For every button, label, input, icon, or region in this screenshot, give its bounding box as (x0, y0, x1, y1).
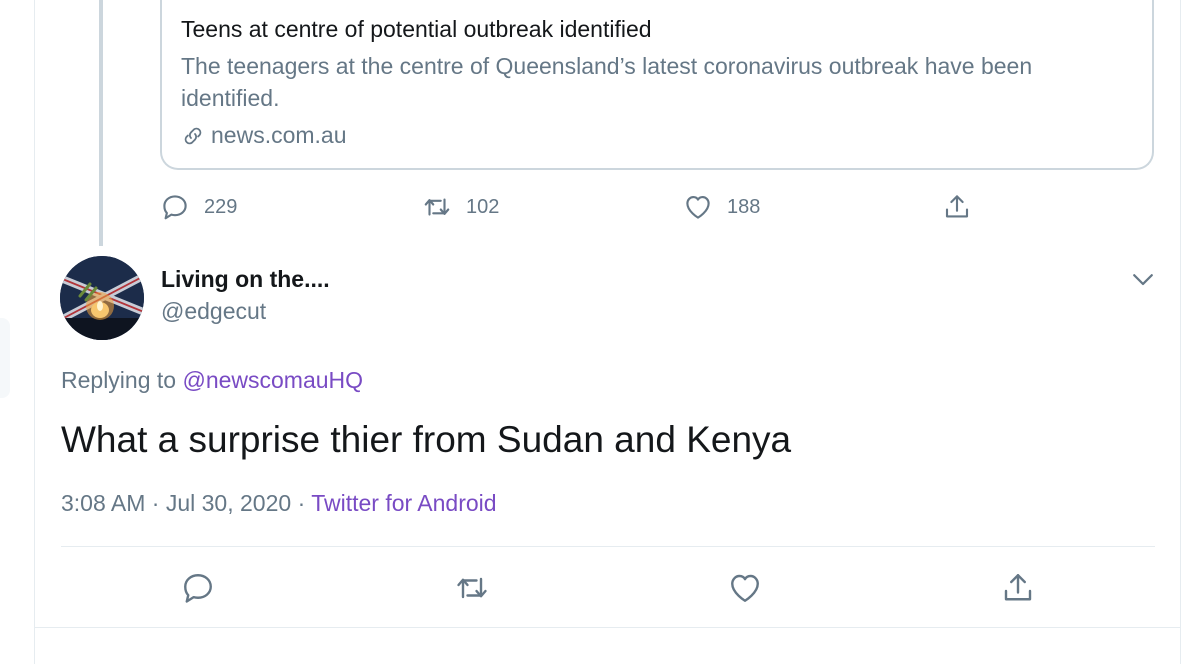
like-icon (686, 195, 710, 219)
like-count: 188 (727, 195, 761, 218)
chevron-down-icon[interactable] (1128, 264, 1158, 294)
retweet-action[interactable]: 102 (422, 192, 499, 222)
side-panel-edge (0, 318, 10, 398)
retweet-icon[interactable] (454, 570, 490, 606)
user-handle[interactable]: @edgecut (161, 298, 266, 325)
tweet-meta: 3:08 AM · Jul 30, 2020 · Twitter for And… (61, 490, 497, 517)
tweet-date[interactable]: Jul 30, 2020 (166, 490, 291, 516)
reply-count: 229 (204, 195, 238, 218)
divider (35, 627, 1180, 628)
meta-separator: · (151, 490, 160, 516)
card-title: Teens at centre of potential outbreak id… (181, 16, 652, 42)
timeline-right-border (1180, 0, 1181, 664)
display-name[interactable]: Living on the.... (161, 266, 330, 293)
replying-prefix: Replying to (61, 367, 177, 393)
avatar-image (60, 256, 144, 340)
thread-connector-line (99, 0, 103, 246)
link-preview-card[interactable]: Teens at centre of potential outbreak id… (160, 0, 1154, 170)
card-description: The teenagers at the centre of Queenslan… (181, 53, 1033, 111)
share-action[interactable] (942, 192, 972, 222)
replying-to: Replying to @newscomauHQ (61, 367, 363, 394)
card-domain-text: news.com.au (211, 122, 347, 148)
share-icon[interactable] (1000, 570, 1036, 606)
card-domain: news.com.au (181, 122, 347, 149)
like-action[interactable]: 188 (683, 192, 760, 222)
avatar[interactable] (60, 256, 144, 340)
replying-mention-link[interactable]: @newscomauHQ (182, 367, 363, 393)
retweet-count: 102 (466, 195, 500, 218)
reply-icon (163, 195, 187, 220)
tweet-time[interactable]: 3:08 AM (61, 490, 145, 516)
retweet-icon (424, 198, 450, 216)
share-icon (945, 195, 969, 218)
tweet-source-link[interactable]: Twitter for Android (311, 490, 496, 516)
divider (61, 546, 1155, 547)
reply-icon[interactable] (180, 570, 216, 606)
meta-separator: · (297, 490, 306, 516)
tweet-text: What a surprise thier from Sudan and Ken… (61, 419, 792, 460)
like-icon[interactable] (727, 570, 763, 606)
timeline-left-border (34, 0, 35, 664)
reply-action[interactable]: 229 (160, 192, 237, 222)
link-icon (184, 127, 202, 144)
